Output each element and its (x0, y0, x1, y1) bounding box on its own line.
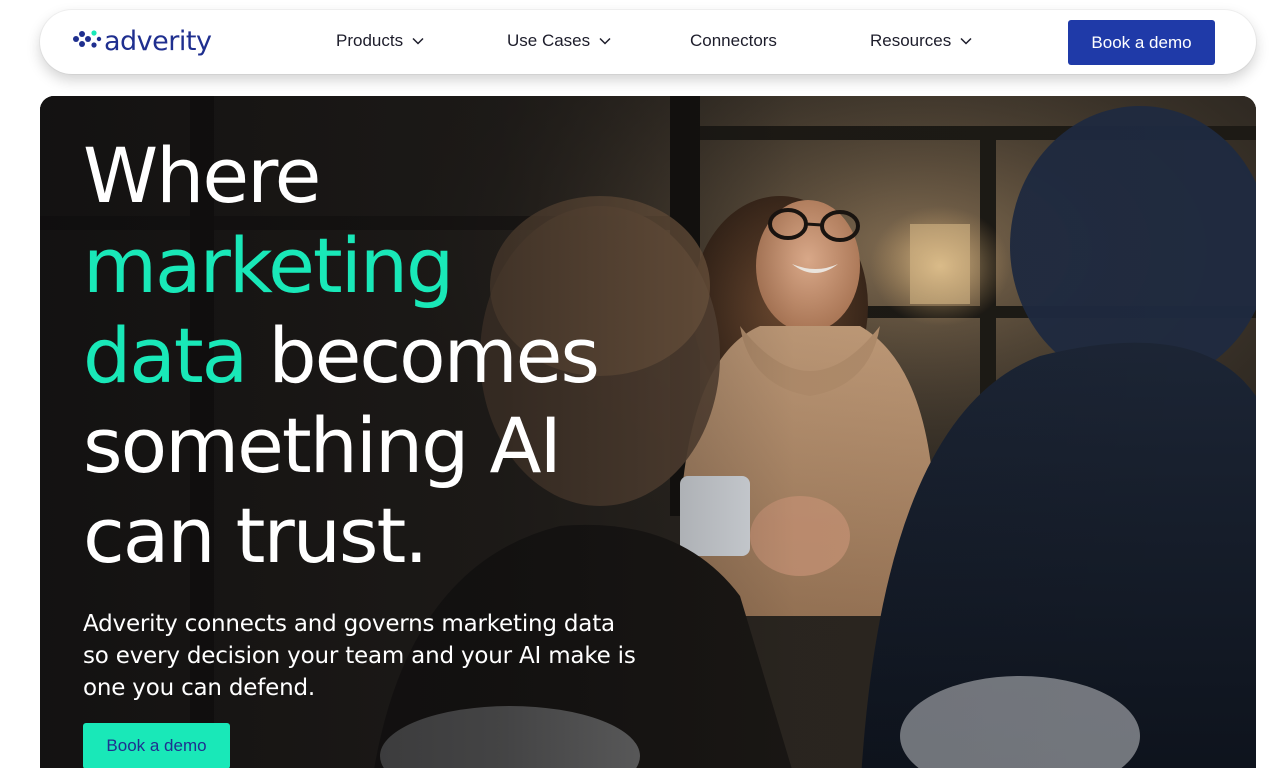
nav-resources[interactable]: Resources (870, 30, 972, 52)
nav-connectors-label: Connectors (690, 31, 777, 50)
top-navigation-bar: adverity Products Use Cases Connectors R… (40, 10, 1256, 74)
nav-products-label: Products (336, 31, 404, 50)
nav-products[interactable]: Products (336, 30, 424, 52)
hero-headline: Where marketing data becomes something A… (83, 131, 703, 581)
headline-line-2: marketing (83, 221, 454, 310)
hero-book-demo-button[interactable]: Book a demo (83, 723, 230, 768)
chevron-down-icon (599, 37, 611, 45)
nav-use-cases[interactable]: Use Cases (507, 30, 611, 52)
chevron-down-icon (960, 37, 972, 45)
headline-line-1: Where (83, 131, 321, 220)
nav-connectors[interactable]: Connectors (690, 30, 777, 52)
chevron-down-icon (412, 37, 424, 45)
headline-accent-word: data (83, 311, 248, 400)
headline-line-3-rest: becomes (246, 311, 600, 400)
adverity-logo-icon (73, 30, 102, 48)
brand-logo[interactable]: adverity (72, 26, 212, 58)
brand-name: adverity (104, 26, 212, 57)
headline-line-4: something AI (83, 401, 562, 490)
headline-line-5: can trust. (83, 491, 428, 580)
nav-resources-label: Resources (870, 31, 952, 50)
nav-use-cases-label: Use Cases (507, 31, 591, 50)
book-demo-button[interactable]: Book a demo (1068, 20, 1215, 65)
hero-section: Where marketing data becomes something A… (40, 96, 1256, 768)
headline-line-3: data becomes (83, 311, 703, 401)
hero-subtext: Adverity connects and governs marketing … (83, 611, 636, 701)
